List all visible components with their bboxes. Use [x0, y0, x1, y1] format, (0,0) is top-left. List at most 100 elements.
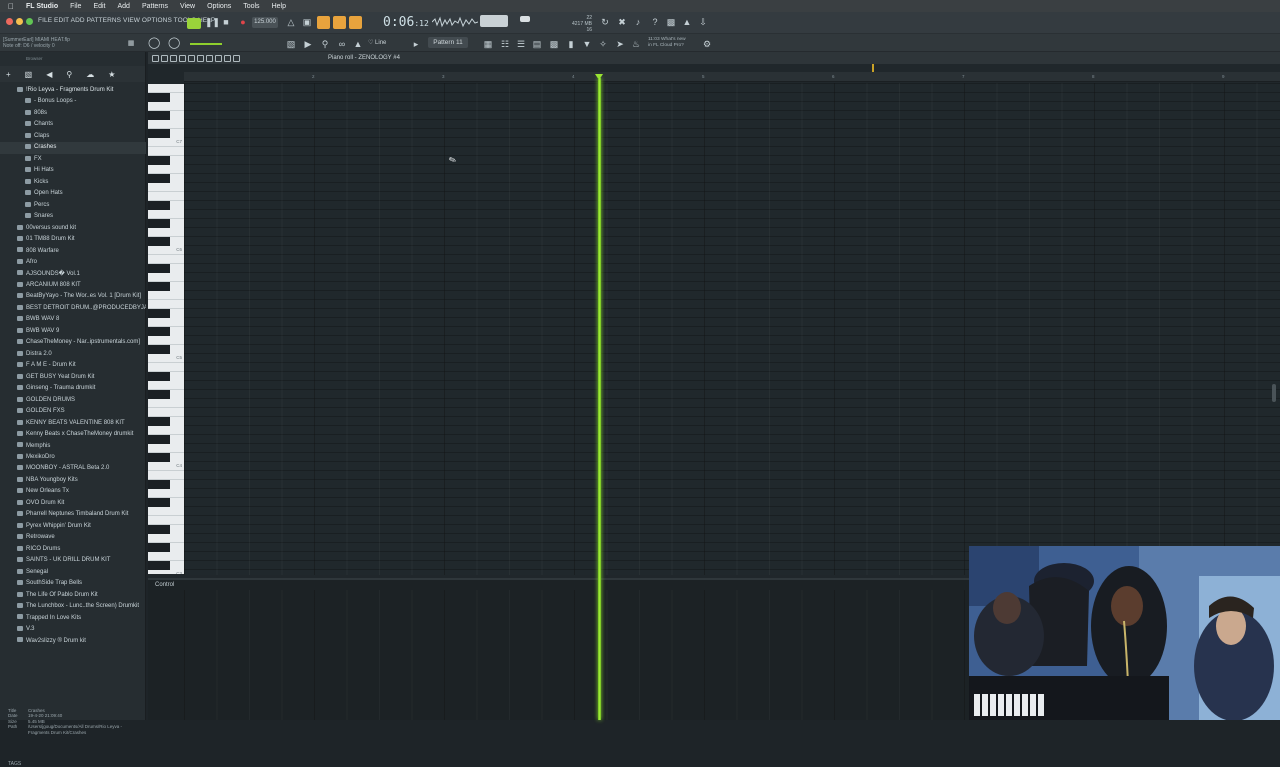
black-key[interactable] [148, 156, 170, 165]
piano-icon[interactable]: ▧ [286, 39, 296, 49]
browser-folder[interactable]: 808s [0, 108, 146, 119]
white-key[interactable] [148, 318, 184, 327]
save-icon[interactable]: ▩ [666, 17, 676, 27]
menu-help[interactable]: Help [272, 3, 286, 10]
menu-file[interactable]: File [70, 3, 81, 10]
menu-add[interactable]: Add [118, 3, 130, 10]
black-key[interactable] [148, 129, 170, 138]
white-key[interactable] [148, 273, 184, 282]
touch-controller-icon[interactable]: ▼ [582, 39, 592, 49]
browser-folder[interactable]: BEST DETROIT DRUM..@PRODUCEDBYJAVEN [0, 303, 146, 314]
browser-folder[interactable]: Wav2slizzy ® Drum kit [0, 636, 146, 647]
refresh-icon[interactable]: ↻ [600, 17, 610, 27]
browser-folder[interactable]: Snares [0, 211, 146, 222]
browser-folder[interactable]: The Life Of Pablo Drum Kit [0, 590, 146, 601]
black-key[interactable] [148, 111, 170, 120]
close-window-icon[interactable] [6, 18, 13, 25]
white-key[interactable] [148, 84, 184, 93]
menu-edit[interactable]: Edit [93, 3, 105, 10]
browser-folder[interactable]: GOLDEN DRUMS [0, 395, 146, 406]
white-key[interactable] [148, 471, 184, 480]
slice-icon[interactable] [206, 54, 213, 62]
white-key[interactable] [148, 534, 184, 543]
menu-view[interactable]: View [180, 3, 195, 10]
plugin-icon[interactable]: ▲ [682, 17, 692, 27]
white-key[interactable] [148, 120, 184, 129]
playlist-icon[interactable]: ▦ [483, 39, 493, 49]
black-key[interactable] [148, 201, 170, 210]
white-key[interactable] [148, 228, 184, 237]
browser-folder[interactable]: 808 Warfare [0, 246, 146, 257]
white-key[interactable] [148, 489, 184, 498]
cloud-icon[interactable]: ☁ [86, 70, 94, 79]
select-icon[interactable] [215, 54, 222, 62]
menu-tools[interactable]: Tools [243, 3, 259, 10]
playback-icon[interactable] [233, 54, 240, 62]
black-key[interactable] [148, 498, 170, 507]
mute-icon[interactable] [197, 54, 204, 62]
black-key[interactable] [148, 390, 170, 399]
browser-folder[interactable]: GET BUSY Yeat Drum Kit [0, 372, 146, 383]
wait-icon[interactable]: ▣ [302, 17, 312, 27]
browser-folder[interactable]: New Orleans Tx [0, 486, 146, 497]
black-key[interactable] [148, 237, 170, 246]
browser-folder[interactable]: The Lunchbox - Lunc..the Screen) Drumkit [0, 601, 146, 612]
browser-toggle-icon[interactable]: ▦ [126, 39, 136, 49]
browser-folder[interactable]: BWB WAV 9 [0, 326, 146, 337]
browser-folder[interactable]: SouthSide Trap Bells [0, 578, 146, 589]
channel-rack-icon[interactable]: ☰ [516, 39, 526, 49]
white-key[interactable] [148, 336, 184, 345]
timeline-ruler[interactable]: 2 3 4 5 6 7 8 9 [184, 72, 1280, 82]
white-key[interactable] [148, 291, 184, 300]
browser-folder[interactable]: SAINTS - UK DRILL DRUM KIT [0, 555, 146, 566]
plugin-picker-icon[interactable]: ✧ [598, 39, 608, 49]
script-icon[interactable]: ➤ [615, 39, 625, 49]
black-key[interactable] [148, 453, 170, 462]
white-key[interactable] [148, 147, 184, 156]
snap-selector[interactable]: ♡ Line [368, 39, 386, 46]
browser-folder[interactable]: Hi Hats [0, 165, 146, 176]
mixer-icon[interactable]: ✖ [617, 17, 627, 27]
browser-folder[interactable]: Senegal [0, 567, 146, 578]
browser-folder[interactable]: BeatByYayo - The Wor..es Vol. 1 [Drum Ki… [0, 291, 146, 302]
black-key[interactable] [148, 282, 170, 291]
back-icon[interactable]: ◀ [46, 70, 52, 79]
plugin-db-icon[interactable]: ▮ [566, 39, 576, 49]
stamp-icon[interactable]: ▲ [353, 39, 363, 49]
browser-folder[interactable]: AJSOUNDS� Vol.1 [0, 269, 146, 280]
black-key[interactable] [148, 327, 170, 336]
zoom-icon[interactable]: ⚲ [320, 39, 330, 49]
white-key[interactable] [148, 426, 184, 435]
black-key[interactable] [148, 345, 170, 354]
pattern-selector[interactable]: Pattern 11 [428, 37, 468, 48]
pattern-song-toggle[interactable] [187, 18, 201, 29]
black-key[interactable] [148, 561, 170, 570]
loop-record-toggle[interactable] [349, 16, 362, 29]
mixer-view-icon[interactable]: ▤ [532, 39, 542, 49]
loop-marker[interactable] [872, 64, 874, 72]
browser-folder[interactable]: Pyrex Whippin' Drum Kit [0, 521, 146, 532]
browser-folder[interactable]: V.3 [0, 624, 146, 635]
tempo-display[interactable]: 125.000 [252, 17, 278, 28]
step-edit-toggle[interactable] [333, 16, 346, 29]
white-key[interactable] [148, 102, 184, 111]
browser-folder[interactable]: KENNY BEATS VALENTINE 808 KIT [0, 418, 146, 429]
search-icon[interactable]: ⚲ [66, 70, 72, 79]
star-icon[interactable]: ★ [108, 70, 115, 79]
zoom-tool-icon[interactable] [224, 54, 231, 62]
browser-folder[interactable]: Kicks [0, 177, 146, 188]
black-key[interactable] [148, 372, 170, 381]
browser-folder[interactable]: Memphis [0, 441, 146, 452]
browser-folder[interactable]: RICO Drums [0, 544, 146, 555]
help-icon[interactable]: ? [650, 17, 660, 27]
apple-icon[interactable]:  [8, 2, 16, 11]
pattern-prev-icon[interactable]: ▸ [411, 39, 421, 49]
browser-folder[interactable]: NBA Youngboy Kits [0, 475, 146, 486]
zoom-window-icon[interactable] [26, 18, 33, 25]
black-key[interactable] [148, 93, 170, 102]
master-pitch-knob-icon[interactable]: ◯ [168, 38, 180, 49]
microphone-icon[interactable]: ♪ [633, 17, 643, 27]
white-key[interactable] [148, 255, 184, 264]
browser-view-icon[interactable]: ▩ [549, 39, 559, 49]
browser-folder[interactable]: Ginseng - Trauma drumkit [0, 383, 146, 394]
